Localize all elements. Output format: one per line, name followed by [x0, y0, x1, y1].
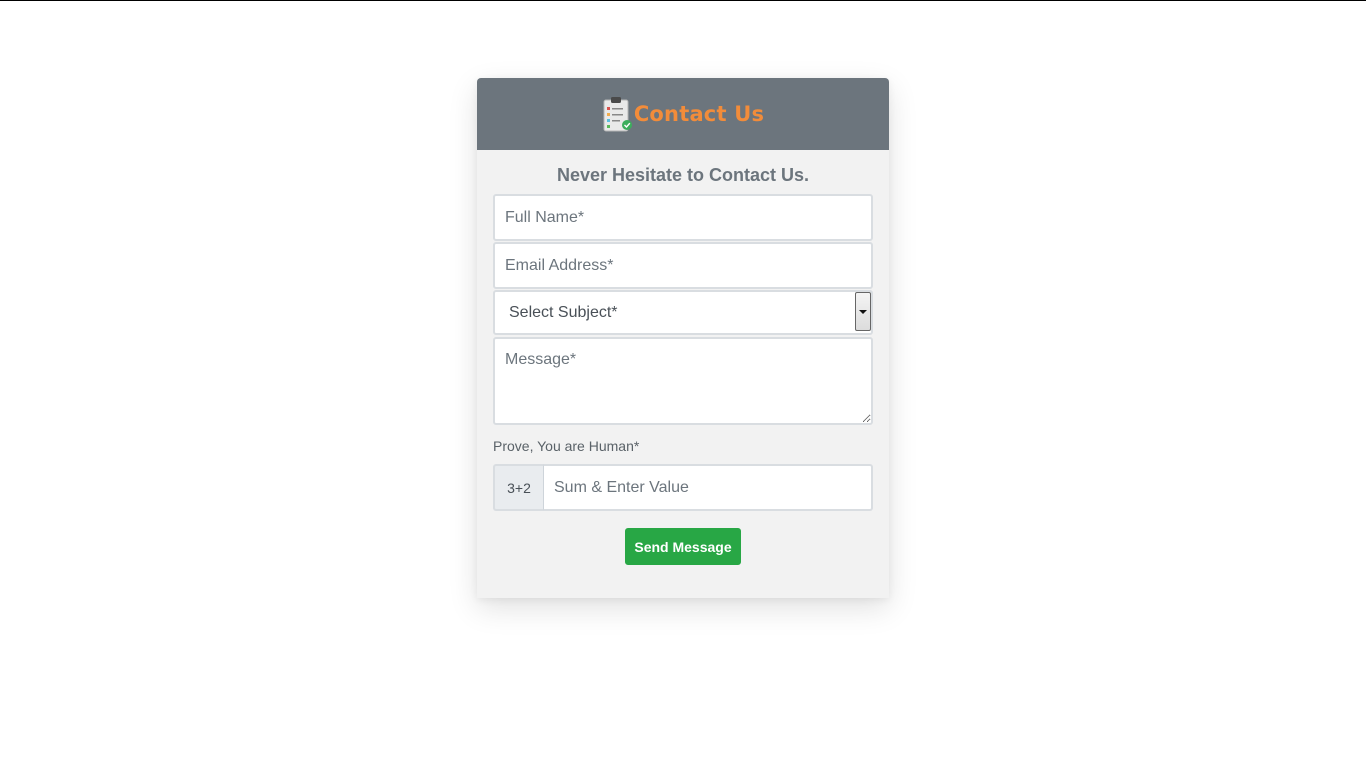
card-body: Never Hesitate to Contact Us. Select Sub… [477, 150, 889, 565]
form-tagline: Never Hesitate to Contact Us. [556, 165, 810, 185]
captcha-answer-field[interactable] [544, 464, 873, 511]
card-header: Contact Us [477, 78, 889, 150]
brand: Contact Us [602, 96, 764, 132]
email-field[interactable] [493, 242, 873, 289]
send-message-button[interactable]: Send Message [625, 528, 741, 565]
captcha-group: 3+2 [493, 464, 873, 511]
full-name-field[interactable] [493, 194, 873, 241]
page-title: Contact Us [633, 102, 765, 126]
message-field[interactable] [493, 337, 873, 425]
top-border-line [0, 0, 1366, 1]
submit-row: Send Message [493, 528, 873, 565]
captcha-label: Prove, You are Human* [493, 438, 640, 454]
subject-select[interactable]: Select Subject* [493, 290, 873, 335]
subject-select-value: Select Subject* [509, 304, 618, 321]
contact-form-card: Contact Us Never Hesitate to Contact Us.… [477, 78, 889, 598]
captcha-challenge: 3+2 [493, 464, 544, 511]
clipboard-checklist-icon [602, 96, 632, 132]
chevron-down-icon[interactable] [855, 292, 871, 331]
